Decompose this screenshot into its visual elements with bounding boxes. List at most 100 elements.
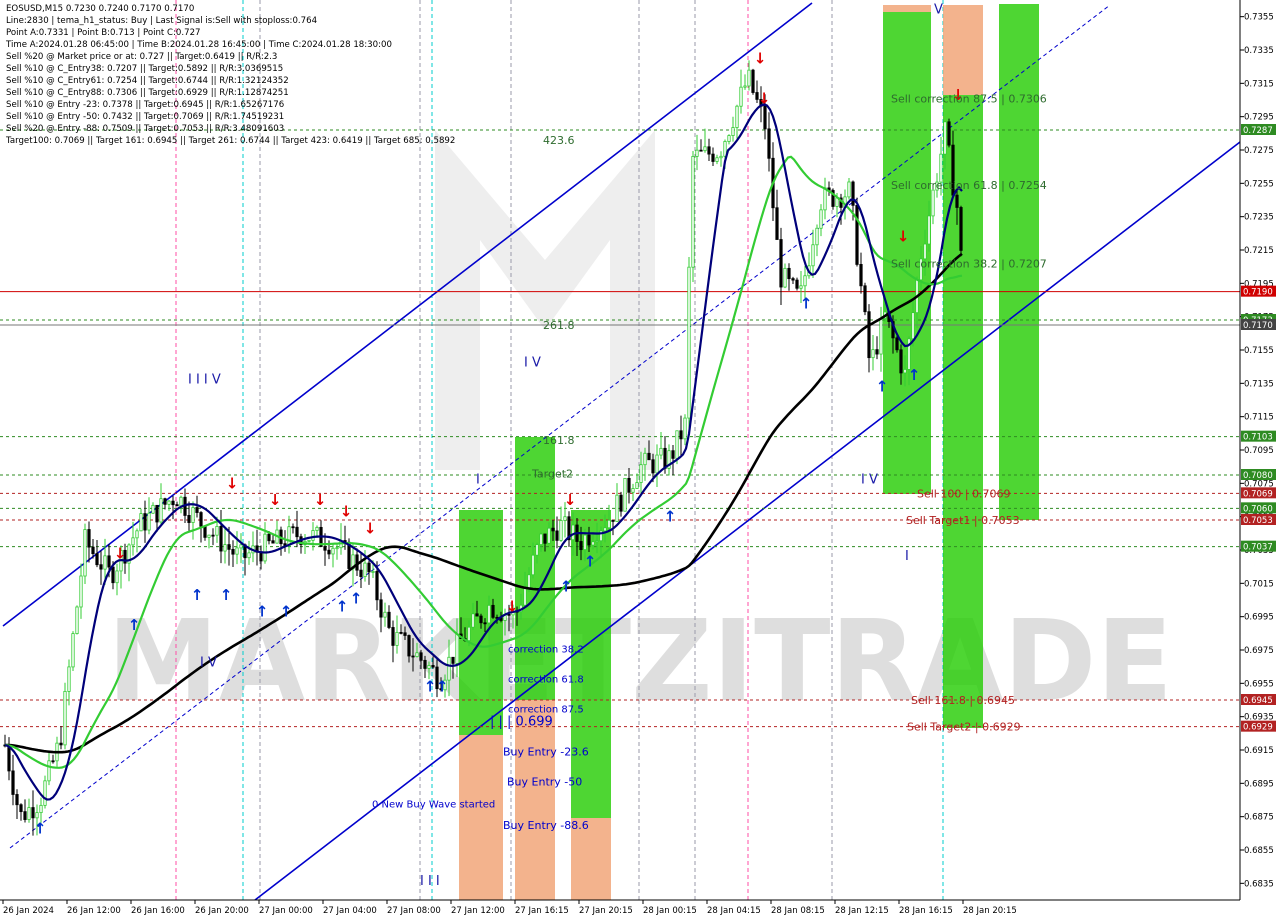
candle-body	[59, 742, 63, 746]
time-tick-label: 27 Jan 08:00	[387, 906, 441, 916]
candle-body	[847, 181, 851, 198]
price-tag-label: 0.7103	[1243, 433, 1273, 443]
price-tick-label: 0.7295	[1244, 113, 1274, 123]
candle-body	[147, 512, 151, 531]
level-label: Sell Target1 | 0.7053	[906, 514, 1020, 527]
candle-body	[879, 318, 883, 355]
candle-body	[231, 548, 235, 555]
candle-body	[207, 534, 211, 538]
candle-body	[399, 631, 403, 634]
candle-body	[175, 504, 179, 507]
sell-arrow-icon: ↓	[226, 474, 239, 492]
time-tick-label: 28 Jan 08:15	[771, 906, 825, 916]
candle-body	[851, 181, 855, 206]
candle-body	[259, 551, 263, 562]
time-tick-label: 26 Jan 2024	[3, 906, 54, 916]
candle-body	[803, 275, 807, 287]
candle-body	[163, 498, 167, 505]
time-tick-label: 27 Jan 16:15	[515, 906, 569, 916]
candle-body	[867, 311, 871, 359]
candle-body	[455, 633, 459, 664]
price-tag-label: 0.7060	[1243, 504, 1273, 514]
price-tick-label: 0.7095	[1244, 446, 1274, 456]
price-tick-label: 0.6975	[1244, 646, 1274, 656]
candle-body	[711, 153, 715, 162]
candle	[43, 775, 47, 809]
wave-label: I I I V	[188, 372, 221, 387]
candle-body	[659, 447, 663, 456]
level-label: Target2	[531, 467, 573, 480]
candle-body	[611, 519, 615, 522]
candle-body	[491, 604, 495, 618]
buy-arrow-icon: ↑	[350, 589, 363, 607]
candle-body	[615, 494, 619, 522]
candle-body	[203, 525, 207, 538]
candle-body	[359, 569, 363, 577]
level-label: 161.8	[543, 434, 575, 447]
candle-body	[171, 500, 175, 506]
price-tick-label: 0.7355	[1244, 13, 1274, 23]
candle-body	[387, 611, 391, 628]
buy-arrow-icon: ↑	[191, 586, 204, 604]
price-tick-label: 0.6955	[1244, 679, 1274, 689]
candle-body	[899, 349, 903, 374]
buy-arrow-icon: ↑	[560, 578, 573, 596]
candle-body	[855, 204, 859, 265]
wave-label: I V	[524, 356, 541, 371]
candle-body	[743, 85, 747, 88]
candle-body	[627, 477, 631, 493]
level-label: Sell 161.8 | 0.6945	[911, 694, 1015, 707]
level-label: Sell correction 38.2 | 0.7207	[891, 257, 1047, 270]
candle-body	[811, 244, 815, 267]
candle-body	[655, 454, 659, 474]
candle-body	[479, 615, 483, 624]
level-label: Buy Entry -50	[507, 776, 582, 789]
price-tag-label: 0.7080	[1243, 471, 1273, 481]
price-tick-label: 0.7215	[1244, 246, 1274, 256]
candle-body	[403, 632, 407, 636]
candle	[855, 197, 859, 267]
level-label: Buy Entry -88.6	[503, 819, 589, 832]
level-label: Sell correction 61.8 | 0.7254	[891, 179, 1047, 192]
buy-arrow-icon: ↑	[800, 294, 813, 312]
buy-arrow-icon: ↑	[424, 678, 437, 696]
candle-body	[535, 544, 539, 556]
candle-body	[543, 533, 547, 544]
candle-body	[179, 496, 183, 507]
candle-body	[451, 656, 455, 664]
candle-body	[295, 526, 299, 538]
time-tick-label: 28 Jan 04:15	[707, 906, 761, 916]
level-label: 0 New Buy Wave started	[372, 799, 495, 810]
price-tag-label: 0.7053	[1243, 516, 1273, 526]
candle-body	[583, 534, 587, 551]
level-label: | | | 0.699	[490, 715, 553, 730]
candle-body	[191, 507, 195, 523]
candle-body	[131, 537, 135, 546]
info-line: Sell %10 @ Entry -50: 0.7432 || Target:0…	[6, 112, 285, 122]
candle-body	[763, 105, 767, 130]
candle-body	[67, 666, 71, 692]
candle-body	[467, 626, 471, 642]
candle-body	[15, 794, 19, 806]
candle-body	[787, 267, 791, 280]
candle-body	[695, 149, 699, 157]
candle	[691, 150, 695, 283]
candle-body	[35, 812, 39, 819]
candle-body	[375, 571, 379, 601]
candle-body	[779, 239, 783, 288]
buy-arrow-icon: ↑	[128, 616, 141, 634]
candle-body	[675, 430, 679, 459]
candle-body	[947, 121, 951, 146]
candle-body	[219, 526, 223, 552]
candle-body	[679, 430, 683, 440]
info-line: Sell %10 @ C_Entry61: 0.7254 || Target:0…	[6, 76, 289, 86]
candle-body	[11, 770, 15, 795]
level-label: Buy Entry -23.6	[503, 746, 589, 759]
candle-body	[571, 524, 575, 541]
candle-body	[95, 553, 99, 566]
candle-body	[819, 209, 823, 229]
signal-info-block: Line:2830 | tema_h1_status: Buy | Last S…	[6, 15, 455, 147]
candle	[751, 68, 755, 95]
buy-arrow-icon: ↑	[876, 378, 889, 396]
candle-body	[903, 369, 907, 374]
